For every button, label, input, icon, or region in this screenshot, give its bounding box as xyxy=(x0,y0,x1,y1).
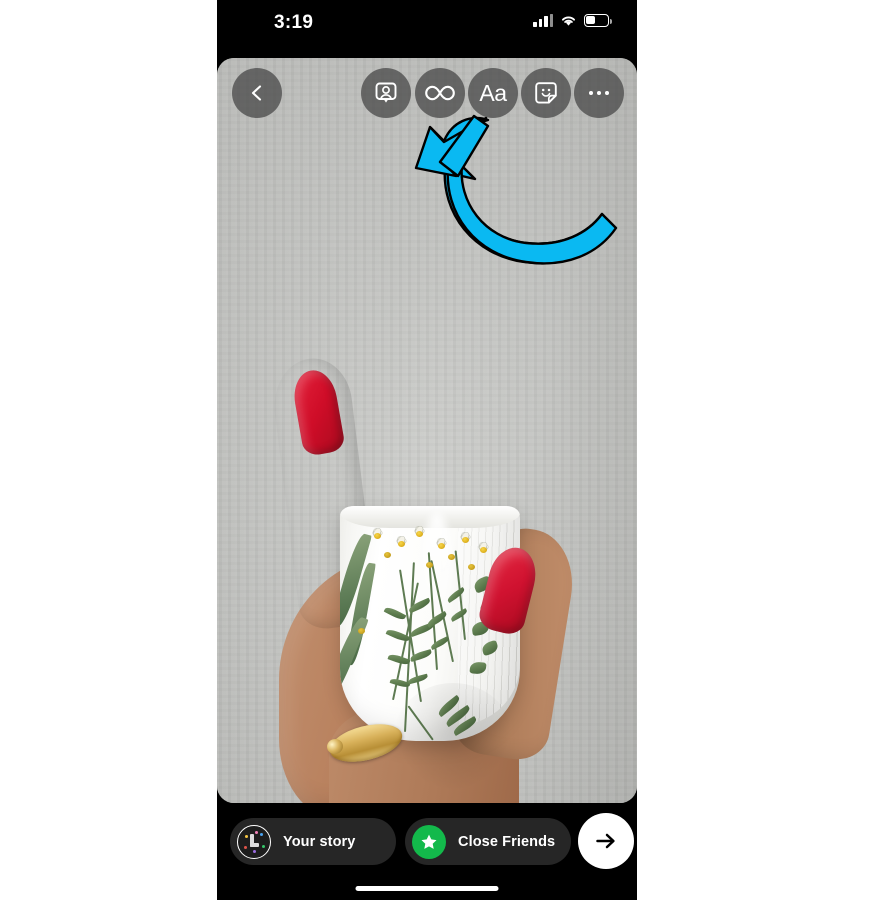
green-star-icon xyxy=(412,824,446,859)
story-share-bar: Your story Close Friends xyxy=(217,813,637,871)
cellular-signal-icon xyxy=(533,14,553,27)
home-indicator[interactable] xyxy=(355,886,499,891)
close-friends-button[interactable]: Close Friends xyxy=(405,818,571,865)
phone-screen: 3:19 Aa Your story Close Friends xyxy=(217,0,637,900)
status-bar: 3:19 xyxy=(217,0,637,52)
text-tool-button[interactable]: Aa xyxy=(468,68,518,118)
infinity-icon xyxy=(425,85,455,101)
boomerang-loop-button[interactable] xyxy=(415,68,465,118)
mention-sticker-button[interactable] xyxy=(361,68,411,118)
your-story-label: Your story xyxy=(283,833,356,850)
story-media-canvas[interactable] xyxy=(217,58,637,803)
chevron-left-icon xyxy=(251,85,262,101)
close-friends-label: Close Friends xyxy=(458,833,556,850)
your-story-button[interactable]: Your story xyxy=(230,818,396,865)
hand-holding-mug-photo xyxy=(217,58,637,803)
status-bar-icons xyxy=(533,14,612,27)
status-bar-time: 3:19 xyxy=(274,12,314,33)
send-button[interactable] xyxy=(578,813,634,869)
more-options-button[interactable] xyxy=(574,68,624,118)
person-in-frame-icon xyxy=(375,82,397,103)
story-toolbar: Aa xyxy=(217,68,637,120)
star-glyph xyxy=(421,834,437,849)
sticker-smiley-icon xyxy=(535,82,557,104)
text-tool-label: Aa xyxy=(479,79,507,106)
wifi-icon xyxy=(562,16,575,26)
user-avatar-icon xyxy=(237,824,271,859)
battery-icon xyxy=(584,14,612,27)
arrow-right-icon xyxy=(596,833,615,849)
knuckle-shading xyxy=(393,683,513,793)
back-button[interactable] xyxy=(232,68,282,118)
sticker-button[interactable] xyxy=(521,68,571,118)
ellipsis-icon xyxy=(588,90,610,96)
